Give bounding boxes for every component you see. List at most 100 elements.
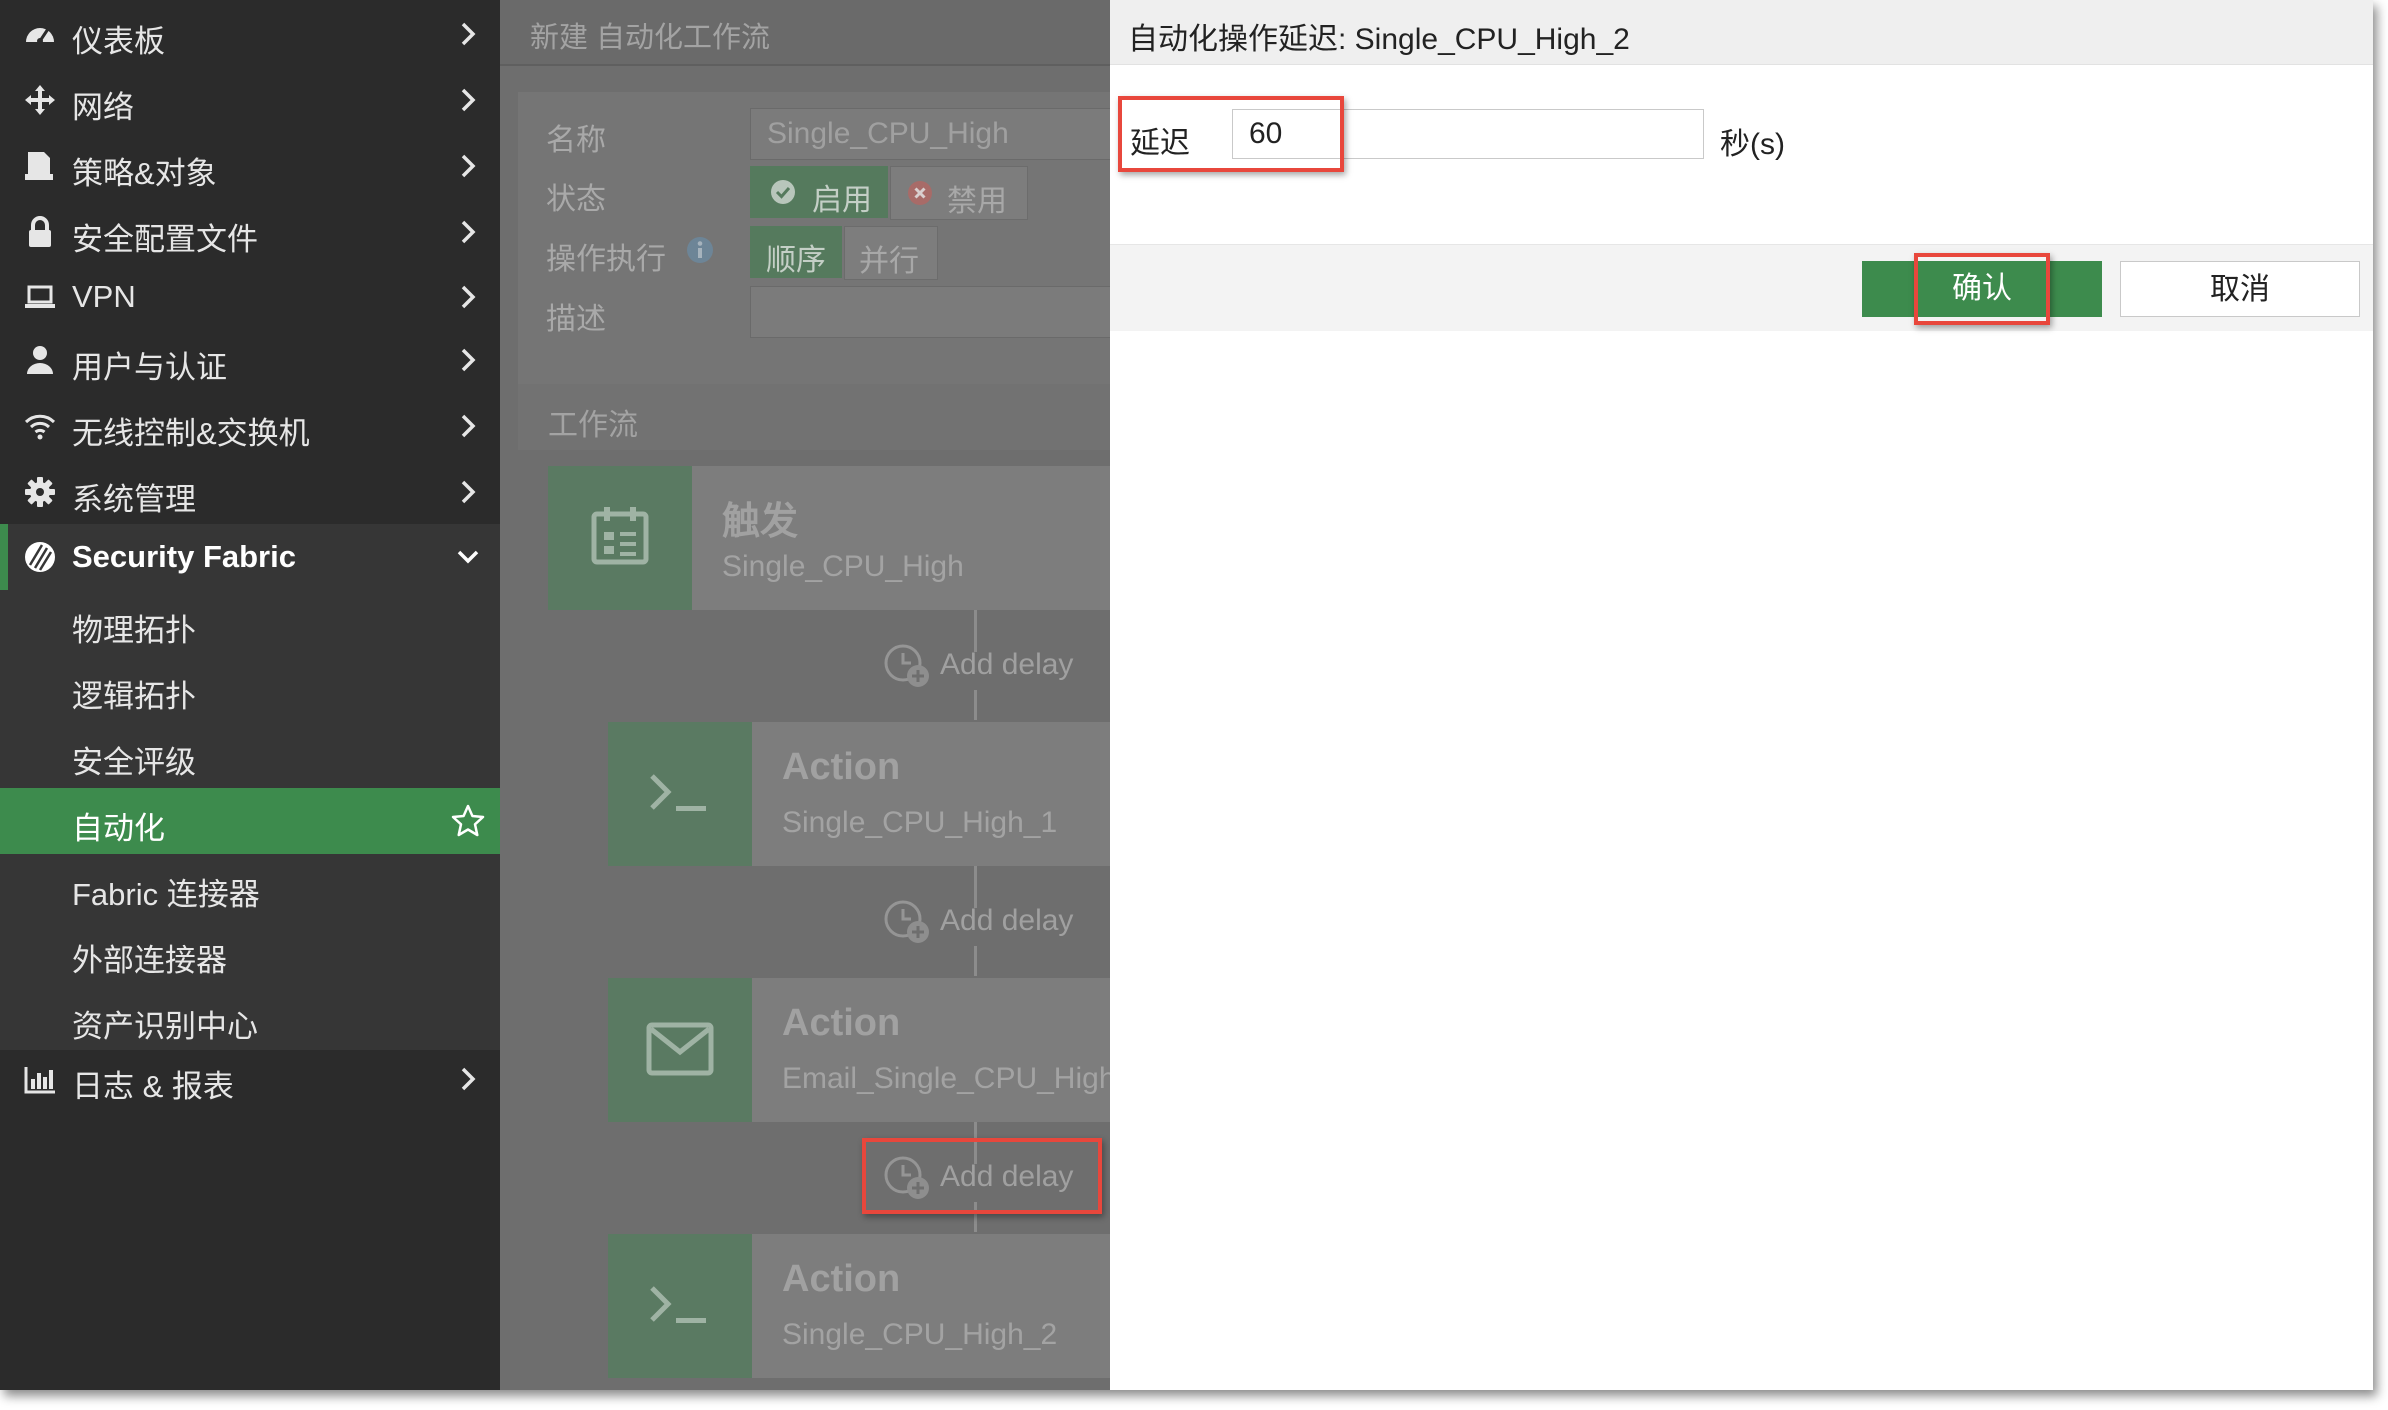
sidebar-subitem-label: 逻辑拓扑 — [72, 679, 196, 714]
cancel-button[interactable]: 取消 — [2120, 261, 2360, 317]
workflow-label: 工作流 — [548, 409, 638, 442]
flow-connector — [974, 690, 977, 720]
action-title: Action — [782, 1002, 901, 1044]
action-card-1[interactable]: Action Single_CPU_High_1 — [608, 722, 1110, 866]
sidebar-subitem-label: 自动化 — [72, 811, 165, 846]
bar-chart-icon — [24, 1067, 55, 1094]
action-card-2[interactable]: Action Email_Single_CPU_High — [608, 978, 1110, 1122]
sidebar-item-network[interactable]: 网络 — [0, 67, 500, 133]
exec-parallel-toggle[interactable]: 并行 — [844, 226, 938, 280]
add-delay-label: Add delay — [940, 648, 1074, 681]
sidebar-item-label: Security Fabric — [72, 539, 296, 574]
sidebar-item-label: 无线控制&交换机 — [72, 416, 310, 451]
chevron-right-icon — [461, 220, 476, 244]
name-input[interactable]: Single_CPU_High — [750, 108, 1110, 160]
sidebar-item-system[interactable]: 系统管理 — [0, 459, 500, 525]
exec-sequential-toggle[interactable]: 顺序 — [750, 226, 842, 278]
dialog-footer: 确认 取消 — [1110, 244, 2373, 331]
chevron-right-icon — [461, 88, 476, 112]
sidebar-subitem-label: 物理拓扑 — [72, 613, 196, 648]
terminal-icon — [650, 774, 706, 811]
dashboard-icon — [26, 28, 54, 44]
sidebar-item-label: 策略&对象 — [72, 156, 217, 191]
info-icon[interactable] — [686, 236, 714, 264]
sidebar-subitem-fabric-connectors[interactable]: Fabric 连接器 — [0, 854, 500, 920]
section-active-indicator — [0, 524, 8, 590]
action-title: Action — [782, 1258, 901, 1300]
sidebar-item-user-auth[interactable]: 用户与认证 — [0, 327, 500, 393]
status-label: 状态 — [546, 183, 606, 216]
sidebar-item-dashboard[interactable]: 仪表板 — [0, 1, 500, 67]
sidebar-subitem-label: Fabric 连接器 — [72, 877, 260, 912]
sidebar-item-log-report[interactable]: 日志 & 报表 — [0, 1046, 500, 1112]
chevron-right-icon — [461, 1067, 476, 1091]
document-icon — [25, 152, 53, 180]
status-enable-label: 启用 — [812, 184, 872, 217]
workflow-section-header: 工作流 — [518, 384, 1110, 450]
sidebar-item-policy[interactable]: 策略&对象 — [0, 133, 500, 199]
sidebar-subitem-physical-topology[interactable]: 物理拓扑 — [0, 590, 500, 656]
sidebar-item-label: 仪表板 — [72, 24, 165, 59]
confirm-highlight — [1914, 253, 2050, 325]
trigger-title: 触发 — [722, 501, 799, 543]
chevron-right-icon — [461, 348, 476, 372]
security-fabric-submenu: 物理拓扑 逻辑拓扑 安全评级 自动化 Fabric 连接器 外部连接器 资产识别… — [0, 590, 500, 1050]
delay-unit: 秒(s) — [1720, 128, 1785, 161]
sidebar-item-security-profiles[interactable]: 安全配置文件 — [0, 199, 500, 265]
sidebar-item-vpn[interactable]: VPN — [0, 264, 500, 330]
network-arrows-icon — [25, 85, 55, 115]
sidebar-subitem-automation[interactable]: 自动化 — [0, 788, 500, 854]
sidebar-subitem-label: 外部连接器 — [72, 943, 227, 978]
user-icon — [27, 346, 53, 374]
sidebar-subitem-security-rating[interactable]: 安全评级 — [0, 722, 500, 788]
chevron-right-icon — [461, 154, 476, 178]
sidebar-subitem-label: 资产识别中心 — [72, 1009, 258, 1044]
action-icon-box — [608, 978, 752, 1122]
trigger-name: Single_CPU_High — [722, 550, 964, 583]
exec-parallel-label: 并行 — [859, 245, 919, 278]
gear-icon — [25, 477, 55, 507]
sidebar-item-wifi-switch[interactable]: 无线控制&交换机 — [0, 393, 500, 459]
add-delay-button-2[interactable]: Add delay — [882, 898, 1110, 948]
sidebar-item-label: 系统管理 — [72, 482, 196, 517]
clock-plus-icon — [884, 644, 929, 687]
dialog-header: 自动化操作延迟: Single_CPU_High_2 — [1110, 0, 2373, 65]
sidebar-subitem-logical-topology[interactable]: 逻辑拓扑 — [0, 656, 500, 722]
chevron-right-icon — [461, 414, 476, 438]
sidebar-subitem-external-connectors[interactable]: 外部连接器 — [0, 920, 500, 986]
x-circle-icon — [908, 181, 932, 205]
action-title: Action — [782, 746, 901, 788]
wifi-icon — [24, 414, 56, 440]
action-icon-box — [608, 722, 752, 866]
name-label: 名称 — [546, 124, 606, 157]
chevron-right-icon — [461, 285, 476, 309]
sidebar-subitem-label: 安全评级 — [72, 745, 196, 780]
sidebar-section-security-fabric[interactable]: Security Fabric — [0, 524, 500, 590]
action-name: Email_Single_CPU_High — [782, 1062, 1110, 1095]
exec-sequential-label: 顺序 — [766, 244, 826, 277]
description-label: 描述 — [546, 303, 606, 336]
trigger-card[interactable]: 触发 Single_CPU_High — [548, 466, 1110, 610]
star-icon[interactable] — [450, 803, 486, 839]
add-delay-label: Add delay — [940, 904, 1074, 937]
chevron-right-icon — [461, 480, 476, 504]
status-disable-toggle[interactable]: 禁用 — [890, 166, 1028, 220]
execution-label: 操作执行 — [546, 243, 666, 276]
description-input[interactable] — [750, 286, 1110, 338]
dialog-title: 自动化操作延迟: Single_CPU_High_2 — [1128, 23, 1630, 56]
sidebar: 仪表板 网络 策略&对象 安全配置文件 VPN 用户与认证 无线控制&交换机 系… — [0, 0, 500, 1390]
editor-header: 新建 自动化工作流 — [500, 0, 1110, 66]
add-delay-highlight — [862, 1138, 1102, 1214]
status-disable-label: 禁用 — [947, 185, 1007, 218]
sidebar-subitem-asset-identity-center[interactable]: 资产识别中心 — [0, 986, 500, 1052]
action-card-3[interactable]: Action Single_CPU_High_2 — [608, 1234, 1110, 1378]
sidebar-item-label: 日志 & 报表 — [72, 1069, 234, 1104]
check-circle-icon — [771, 180, 795, 204]
sidebar-item-label: VPN — [72, 279, 136, 314]
lock-icon — [29, 216, 51, 247]
trigger-icon-box — [548, 466, 692, 610]
chevron-down-icon — [457, 550, 479, 564]
laptop-icon — [25, 285, 55, 308]
add-delay-button-1[interactable]: Add delay — [882, 642, 1110, 692]
status-enable-toggle[interactable]: 启用 — [750, 166, 888, 218]
